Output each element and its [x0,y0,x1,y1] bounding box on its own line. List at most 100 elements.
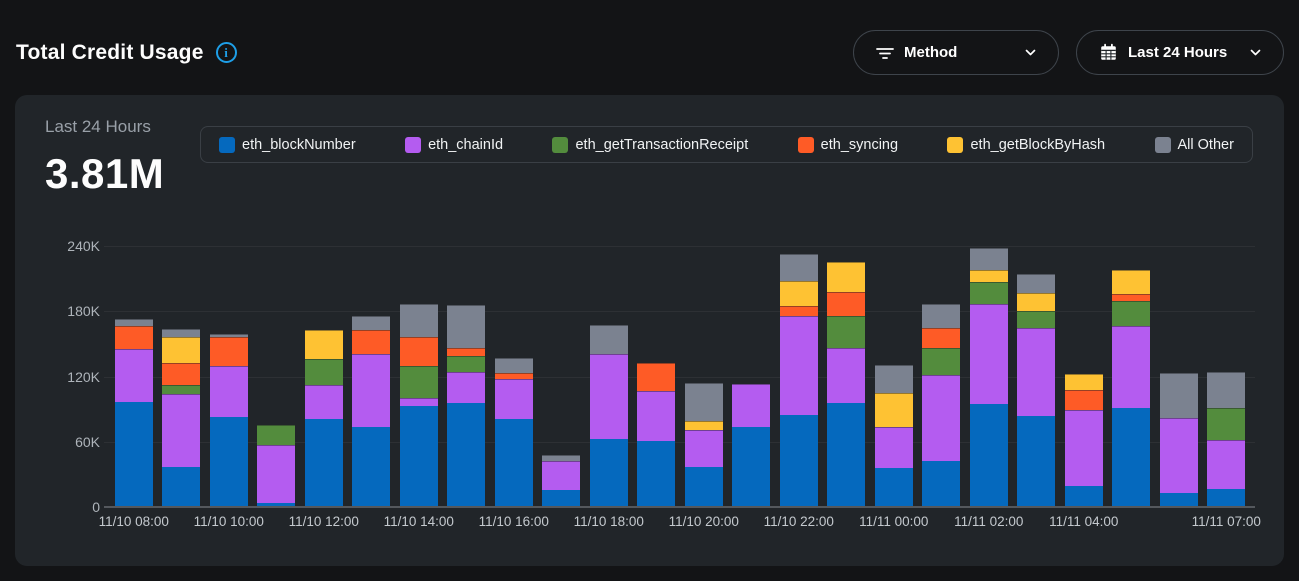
bar-segment-eth-syncing[interactable] [495,373,533,378]
bar-segment-eth-chainid[interactable] [922,375,960,461]
bar-segment-eth-getblockbyhash[interactable] [780,281,818,306]
bar-segment-eth-chainid[interactable] [970,304,1008,404]
bar-segment-eth-chainid[interactable] [1017,328,1055,416]
bar-segment-all other[interactable] [352,316,390,330]
bar-segment-all other[interactable] [210,334,248,337]
bar-segment-eth-gettransactionreceipt[interactable] [1112,301,1150,326]
bar-segment-all other[interactable] [1207,372,1245,408]
legend-item-eth-chainid[interactable]: eth_chainId [405,137,503,153]
bar-segment-eth-blocknumber[interactable] [210,417,248,507]
bar-segment-eth-syncing[interactable] [352,330,390,354]
bar-segment-eth-blocknumber[interactable] [447,403,485,507]
bar-segment-eth-syncing[interactable] [1065,390,1103,411]
bar-segment-eth-chainid[interactable] [400,398,438,406]
bar-segment-eth-chainid[interactable] [1065,410,1103,486]
bar-segment-eth-getblockbyhash[interactable] [1017,293,1055,311]
bar-segment-eth-syncing[interactable] [780,306,818,316]
bar-segment-eth-syncing[interactable] [115,326,153,349]
bar-segment-eth-getblockbyhash[interactable] [970,270,1008,282]
bar-group[interactable] [1065,374,1103,507]
bar-segment-eth-blocknumber[interactable] [162,467,200,507]
bar-segment-eth-blocknumber[interactable] [495,419,533,507]
bar-segment-eth-blocknumber[interactable] [970,404,1008,507]
bar-group[interactable] [827,262,865,507]
bar-segment-all other[interactable] [495,358,533,373]
bar-group[interactable] [400,304,438,507]
bar-group[interactable] [970,248,1008,507]
bar-segment-eth-gettransactionreceipt[interactable] [970,282,1008,304]
bar-group[interactable] [542,455,580,507]
bar-segment-eth-blocknumber[interactable] [922,461,960,507]
bar-segment-all other[interactable] [970,248,1008,270]
bar-segment-all other[interactable] [447,305,485,349]
bar-segment-eth-syncing[interactable] [922,328,960,349]
bar-segment-eth-gettransactionreceipt[interactable] [257,425,295,445]
bar-group[interactable] [495,358,533,507]
bar-segment-eth-gettransactionreceipt[interactable] [827,316,865,349]
bar-segment-all other[interactable] [542,455,580,462]
bar-group[interactable] [780,254,818,507]
bar-segment-eth-getblockbyhash[interactable] [162,337,200,363]
bar-segment-eth-blocknumber[interactable] [1065,486,1103,507]
bar-segment-eth-chainid[interactable] [780,316,818,415]
bar-segment-eth-blocknumber[interactable] [115,402,153,507]
bar-segment-eth-blocknumber[interactable] [542,490,580,507]
bar-segment-eth-blocknumber[interactable] [780,415,818,507]
bar-segment-eth-gettransactionreceipt[interactable] [1207,408,1245,440]
bar-group[interactable] [732,384,770,507]
bar-segment-eth-blocknumber[interactable] [685,467,723,507]
bar-segment-eth-chainid[interactable] [827,348,865,402]
bar-segment-eth-chainid[interactable] [875,427,913,468]
bar-segment-eth-syncing[interactable] [162,363,200,385]
bar-segment-eth-gettransactionreceipt[interactable] [162,385,200,394]
legend-item-all other[interactable]: All Other [1155,137,1234,153]
bar-segment-all other[interactable] [875,365,913,393]
bar-segment-eth-chainid[interactable] [495,379,533,419]
bar-group[interactable] [1160,373,1198,507]
bar-segment-eth-chainid[interactable] [542,461,580,489]
bar-segment-eth-chainid[interactable] [162,394,200,467]
bar-segment-all other[interactable] [115,319,153,327]
bar-segment-eth-blocknumber[interactable] [1160,493,1198,507]
bar-segment-eth-blocknumber[interactable] [732,427,770,507]
bar-group[interactable] [115,319,153,507]
bar-group[interactable] [352,316,390,507]
legend-item-eth-getblockbyhash[interactable]: eth_getBlockByHash [947,137,1105,153]
bar-segment-eth-blocknumber[interactable] [1112,408,1150,507]
bar-segment-all other[interactable] [162,329,200,338]
bar-segment-eth-gettransactionreceipt[interactable] [400,366,438,399]
bar-group[interactable] [1017,274,1055,507]
bar-segment-all other[interactable] [685,383,723,421]
bar-segment-eth-chainid[interactable] [590,354,628,439]
bar-segment-eth-chainid[interactable] [447,372,485,402]
bar-segment-all other[interactable] [590,325,628,353]
bar-group[interactable] [590,325,628,507]
bar-segment-all other[interactable] [400,304,438,338]
bar-segment-eth-blocknumber[interactable] [352,427,390,507]
legend-item-eth-syncing[interactable]: eth_syncing [798,137,898,153]
bar-segment-eth-chainid[interactable] [685,430,723,467]
bar-segment-eth-chainid[interactable] [1207,440,1245,489]
bar-segment-eth-blocknumber[interactable] [1207,489,1245,507]
bar-group[interactable] [1207,372,1245,507]
bar-group[interactable] [1112,270,1150,507]
bar-segment-eth-getblockbyhash[interactable] [1065,374,1103,389]
bar-segment-eth-chainid[interactable] [637,391,675,441]
bar-segment-eth-syncing[interactable] [637,363,675,390]
bar-segment-eth-chainid[interactable] [732,384,770,426]
bar-segment-eth-getblockbyhash[interactable] [1112,270,1150,294]
bar-group[interactable] [305,330,343,507]
bar-segment-eth-chainid[interactable] [257,445,295,503]
bar-segment-eth-chainid[interactable] [115,349,153,401]
legend-item-eth-blocknumber[interactable]: eth_blockNumber [219,137,356,153]
bar-group[interactable] [922,304,960,507]
bar-segment-eth-chainid[interactable] [210,366,248,417]
bar-segment-all other[interactable] [1017,274,1055,292]
bar-segment-eth-syncing[interactable] [447,348,485,356]
bar-segment-eth-blocknumber[interactable] [590,439,628,508]
bar-segment-eth-getblockbyhash[interactable] [685,421,723,430]
bar-group[interactable] [875,365,913,507]
bar-segment-eth-chainid[interactable] [1112,326,1150,408]
bar-segment-eth-blocknumber[interactable] [400,406,438,507]
bar-group[interactable] [637,363,675,507]
